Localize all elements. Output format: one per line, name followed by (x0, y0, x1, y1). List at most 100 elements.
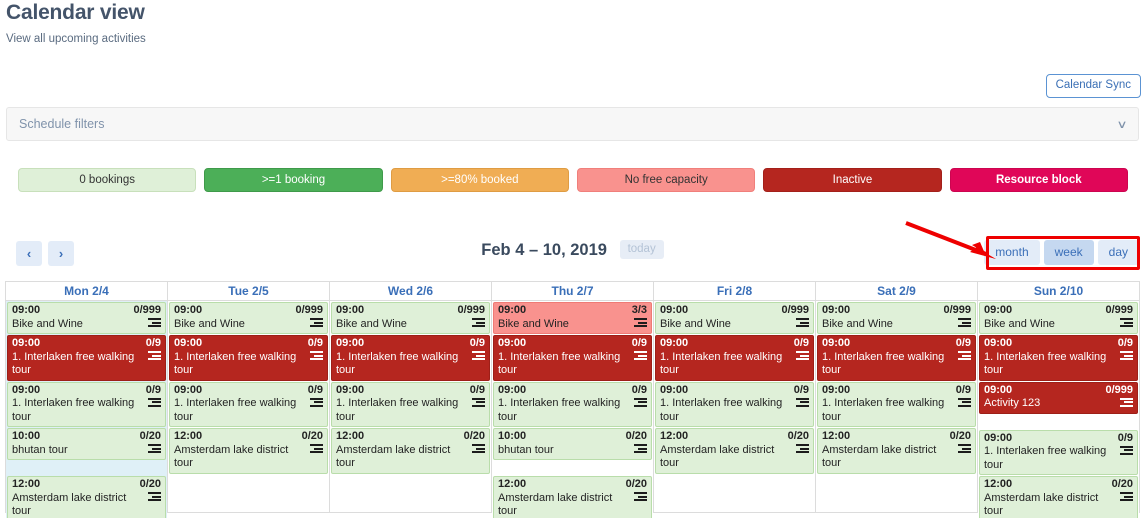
calendar-event[interactable]: 09:00 0/9 1. Interlaken free walking tour (331, 381, 490, 427)
event-list-icon[interactable] (472, 444, 485, 455)
calendar-day-header[interactable]: Wed 2/6 (330, 281, 491, 301)
calendar-event[interactable]: 09:00 0/9 1. Interlaken free walking tour (7, 335, 166, 381)
event-list-icon[interactable] (796, 444, 809, 455)
event-list-icon[interactable] (1120, 445, 1133, 457)
event-list-icon[interactable] (148, 351, 161, 362)
event-list-icon[interactable] (958, 351, 971, 362)
calendar-event[interactable]: 12:00 0/20 Amsterdam lake district tour (979, 476, 1138, 518)
event-time: 09:00 (660, 383, 689, 396)
event-list-icon[interactable] (148, 397, 161, 409)
event-list-icon[interactable] (796, 351, 809, 362)
event-list-icon[interactable] (634, 444, 647, 455)
event-list-icon[interactable] (310, 397, 323, 409)
event-list-icon[interactable] (958, 444, 971, 455)
event-list-icon[interactable] (472, 351, 485, 362)
event-title: Amsterdam lake district tour (336, 443, 451, 470)
event-list-icon[interactable] (1120, 318, 1133, 329)
event-title: Bike and Wine (174, 317, 245, 330)
legend-item-label: Resource block (995, 174, 1082, 186)
calendar-event[interactable]: 09:00 0/9 1. Interlaken free walking tour (493, 335, 652, 381)
event-capacity: 0/20 (139, 430, 161, 442)
calendar-event[interactable]: 09:00 0/9 1. Interlaken free walking tour (817, 381, 976, 427)
calendar-event[interactable]: 09:00 0/9 1. Interlaken free walking tour (817, 335, 976, 381)
calendar-day-header[interactable]: Fri 2/8 (654, 281, 815, 301)
calendar-event[interactable]: 09:00 0/9 1. Interlaken free walking tour (979, 429, 1138, 475)
event-list-icon[interactable] (472, 397, 485, 409)
event-list-icon[interactable] (796, 397, 809, 409)
event-capacity: 0/20 (301, 430, 323, 442)
legend-item[interactable]: Inactive (763, 168, 942, 192)
event-list-icon[interactable] (1120, 492, 1133, 503)
legend-item[interactable]: No free capacity (576, 168, 756, 192)
calendar-day-header[interactable]: Sun 2/10 (978, 281, 1139, 301)
event-list-icon[interactable] (148, 444, 161, 455)
event-time: 09:00 (174, 304, 203, 316)
calendar-event[interactable]: 12:00 0/20 Amsterdam lake district tour (817, 428, 976, 474)
calendar-event[interactable]: 09:00 0/999 Bike and Wine (979, 302, 1138, 334)
calendar-event[interactable]: 09:00 0/9 1. Interlaken free walking tour (655, 335, 814, 381)
calendar-event[interactable]: 09:00 0/999 Activity 123 (979, 381, 1138, 414)
calendar-event[interactable]: 12:00 0/20 Amsterdam lake district tour (169, 428, 328, 474)
event-list-icon[interactable] (634, 397, 647, 409)
view-button-day[interactable]: day (1097, 240, 1139, 265)
calendar-day-header[interactable]: Tue 2/5 (168, 281, 329, 301)
calendar-event[interactable]: 09:00 0/9 1. Interlaken free walking tour (331, 335, 490, 381)
event-title: 1. Interlaken free walking tour (12, 350, 135, 377)
calendar-event[interactable]: 09:00 0/999 Bike and Wine (331, 302, 490, 334)
calendar-event[interactable]: 12:00 0/20 Amsterdam lake district tour (655, 428, 814, 474)
calendar-event[interactable]: 10:00 0/20 bhutan tour (7, 428, 166, 460)
calendar-day-header[interactable]: Sat 2/9 (816, 281, 977, 301)
event-title: Amsterdam lake district tour (660, 443, 775, 470)
legend-item[interactable]: 0 bookings (18, 168, 197, 192)
calendar-event[interactable]: 10:00 0/20 bhutan tour (493, 428, 652, 460)
event-list-icon[interactable] (1120, 351, 1133, 362)
calendar-event[interactable]: 09:00 0/999 Bike and Wine (169, 302, 328, 334)
calendar-event[interactable]: 09:00 0/9 1. Interlaken free walking tour (655, 381, 814, 427)
calendar-day-column: Tue 2/5 09:00 0/999 Bike and Wine 09:00 0/9 1.… (168, 281, 330, 512)
event-list-icon[interactable] (310, 351, 323, 362)
calendar-event[interactable]: 12:00 0/20 Amsterdam lake district tour (493, 476, 652, 518)
calendar-event[interactable]: 09:00 0/9 1. Interlaken free walking tour (7, 381, 166, 427)
event-list-icon[interactable] (472, 318, 485, 329)
event-title: 1. Interlaken free walking tour (822, 397, 945, 423)
legend-item[interactable]: Resource block (949, 168, 1128, 192)
event-capacity: 3/3 (631, 304, 647, 316)
event-list-icon[interactable] (1120, 397, 1133, 409)
calendar-event[interactable]: 09:00 0/9 1. Interlaken free walking tour (493, 381, 652, 427)
legend-item[interactable]: >=80% booked (390, 168, 569, 192)
calendar-event[interactable]: 09:00 0/999 Bike and Wine (7, 302, 166, 334)
calendar-event[interactable]: 12:00 0/20 Amsterdam lake district tour (331, 428, 490, 474)
calendar-day-header[interactable]: Thu 2/7 (492, 281, 653, 301)
view-button-month[interactable]: month (984, 240, 1040, 265)
calendar-event-gap (979, 415, 1138, 430)
event-list-icon[interactable] (634, 351, 647, 362)
calendar-event-gap (7, 461, 166, 476)
event-list-icon[interactable] (634, 318, 647, 329)
calendar-day-events: 09:00 0/999 Bike and Wine 09:00 0/9 1. Interl… (330, 301, 491, 512)
calendar-day-header[interactable]: Mon 2/4 (6, 281, 167, 301)
event-list-icon[interactable] (958, 397, 971, 409)
calendar-event[interactable]: 09:00 0/9 1. Interlaken free walking tour (169, 335, 328, 381)
event-list-icon[interactable] (634, 492, 647, 503)
calendar-event[interactable]: 09:00 3/3 Bike and Wine (493, 302, 652, 334)
calendar-event[interactable]: 09:00 0/9 1. Interlaken free walking tour (169, 381, 328, 427)
calendar-sync-button[interactable]: Calendar Sync (1045, 74, 1141, 98)
event-capacity: 0/999 (1105, 383, 1133, 396)
legend-item[interactable]: >=1 booking (204, 168, 383, 192)
event-list-icon[interactable] (958, 318, 971, 329)
event-list-icon[interactable] (148, 492, 161, 503)
calendar-event[interactable]: 09:00 0/999 Bike and Wine (817, 302, 976, 334)
schedule-filters-panel[interactable]: Schedule filters ∨ (6, 107, 1139, 141)
today-button[interactable]: today (619, 240, 664, 259)
calendar-event[interactable]: 09:00 0/999 Bike and Wine (655, 302, 814, 334)
event-list-icon[interactable] (796, 318, 809, 329)
calendar-day-column: Fri 2/8 09:00 0/999 Bike and Wine 09:00 0/9 1.… (654, 281, 816, 512)
calendar-event[interactable]: 12:00 0/20 Amsterdam lake district tour (7, 476, 166, 518)
event-list-icon[interactable] (310, 318, 323, 329)
event-time: 12:00 (336, 430, 365, 442)
view-button-week[interactable]: week (1043, 240, 1094, 265)
calendar-day-events: 09:00 3/3 Bike and Wine 09:00 0/9 1. Interlak… (492, 301, 653, 518)
event-list-icon[interactable] (148, 318, 161, 329)
calendar-event[interactable]: 09:00 0/9 1. Interlaken free walking tour (979, 335, 1138, 381)
event-list-icon[interactable] (310, 444, 323, 455)
